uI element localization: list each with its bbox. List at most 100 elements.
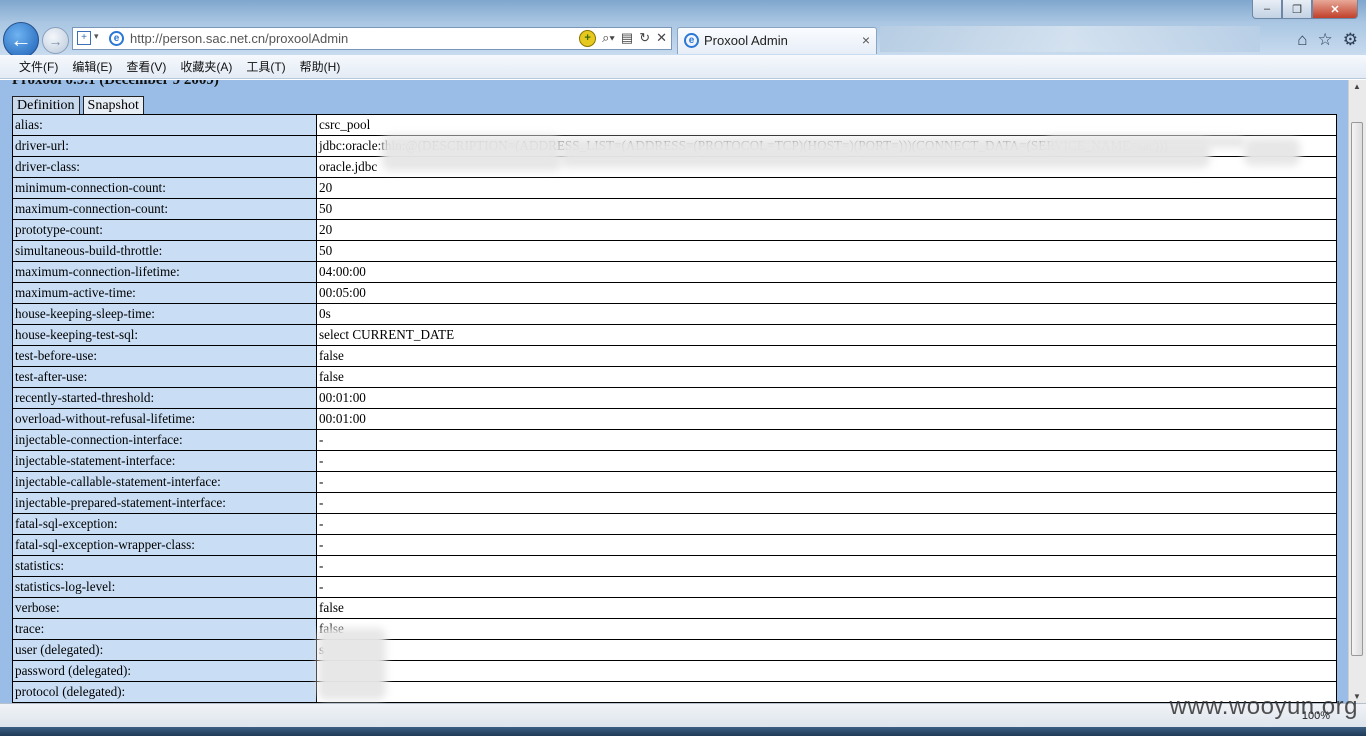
menu-view[interactable]: 查看(V): [119, 58, 173, 75]
close-tab-icon[interactable]: ×: [862, 32, 870, 48]
table-row: injectable-callable-statement-interface:…: [12, 471, 1337, 493]
menu-file[interactable]: 文件(F): [12, 58, 65, 75]
property-name: recently-started-threshold:: [12, 387, 317, 409]
watermark: www.wooyun.org: [1169, 693, 1358, 720]
tab-proxool-admin[interactable]: e Proxool Admin ×: [677, 27, 877, 54]
close-window-button[interactable]: ✕: [1312, 0, 1358, 19]
window-controls: – ❐ ✕: [1252, 0, 1358, 19]
tab-snapshot[interactable]: Snapshot: [82, 96, 144, 116]
menu-edit[interactable]: 编辑(E): [65, 58, 119, 75]
table-row: maximum-connection-count: 50: [12, 198, 1337, 220]
home-icon[interactable]: ⌂: [1297, 30, 1307, 50]
table-row: alias: csrc_pool: [12, 114, 1337, 136]
property-value: select CURRENT_DATE: [316, 324, 1337, 346]
property-name: prototype-count:: [12, 219, 317, 241]
page-options-icon[interactable]: +: [77, 31, 91, 45]
property-name: password (delegated):: [12, 660, 317, 682]
property-value: -: [316, 555, 1337, 577]
page-viewport: Proxool 0.9.1 (December 9 2009) Definiti…: [0, 80, 1366, 703]
property-name: statistics-log-level:: [12, 576, 317, 598]
settings-gear-icon[interactable]: ⚙: [1343, 30, 1358, 50]
maximize-button[interactable]: ❐: [1282, 0, 1312, 19]
compatibility-view-icon[interactable]: +: [579, 30, 597, 47]
compat-mode-icon[interactable]: ▤: [621, 30, 633, 47]
property-name: injectable-callable-statement-interface:: [12, 471, 317, 493]
property-name: injectable-prepared-statement-interface:: [12, 492, 317, 514]
address-bar[interactable]: + ▾ e http://person.sac.net.cn/proxoolAd…: [72, 27, 672, 50]
property-value: -: [316, 450, 1337, 472]
vertical-scrollbar[interactable]: ▲ ▼: [1348, 80, 1366, 703]
table-row: overload-without-refusal-lifetime: 00:01:…: [12, 408, 1337, 430]
property-value: -: [316, 429, 1337, 451]
property-value: false: [316, 366, 1337, 388]
property-value: csrc_pool: [316, 114, 1337, 136]
table-row: statistics-log-level: -: [12, 576, 1337, 598]
property-name: user (delegated):: [12, 639, 317, 661]
table-row: injectable-prepared-statement-interface:…: [12, 492, 1337, 514]
table-row: statistics: -: [12, 555, 1337, 577]
status-bar: 100%: [0, 703, 1366, 728]
property-name: injectable-connection-interface:: [12, 429, 317, 451]
property-value: 20: [316, 177, 1337, 199]
back-icon: ←: [10, 27, 32, 52]
property-value: -: [316, 576, 1337, 598]
property-name: maximum-connection-count:: [12, 198, 317, 220]
property-name: alias:: [12, 114, 317, 136]
refresh-icon[interactable]: ↻: [639, 30, 650, 47]
table-row: fatal-sql-exception: -: [12, 513, 1337, 535]
property-value: false: [316, 618, 1337, 640]
table-row: test-before-use: false: [12, 345, 1337, 367]
url-text[interactable]: http://person.sac.net.cn/proxoolAdmin: [130, 31, 348, 46]
property-name: minimum-connection-count:: [12, 177, 317, 199]
property-name: house-keeping-sleep-time:: [12, 303, 317, 325]
property-value: 0s: [316, 303, 1337, 325]
table-row: maximum-active-time: 00:05:00: [12, 282, 1337, 304]
property-value: -: [316, 534, 1337, 556]
table-row: minimum-connection-count: 20: [12, 177, 1337, 199]
back-button[interactable]: ←: [3, 22, 39, 58]
menu-favorites[interactable]: 收藏夹(A): [173, 58, 239, 75]
table-row: verbose: false: [12, 597, 1337, 619]
scroll-up-icon[interactable]: ▲: [1353, 82, 1361, 91]
table-row: test-after-use: false: [12, 366, 1337, 388]
property-value: 00:05:00: [316, 282, 1337, 304]
ie-icon: e: [109, 31, 124, 46]
proxool-tabs: Definition Snapshot: [12, 96, 144, 116]
property-value: 20: [316, 219, 1337, 241]
property-name: test-after-use:: [12, 366, 317, 388]
ie-icon: e: [684, 33, 699, 48]
property-value: 50: [316, 240, 1337, 262]
table-row: injectable-statement-interface: -: [12, 450, 1337, 472]
property-value: false: [316, 597, 1337, 619]
scrollbar-thumb[interactable]: [1351, 122, 1363, 656]
chevron-down-icon[interactable]: ▾: [94, 31, 99, 42]
search-icon[interactable]: ⌕▾: [602, 30, 615, 47]
background-tabs-strip: [880, 26, 1260, 52]
property-name: test-before-use:: [12, 345, 317, 367]
property-name: injectable-statement-interface:: [12, 450, 317, 472]
menu-bar: 文件(F) 编辑(E) 查看(V) 收藏夹(A) 工具(T) 帮助(H): [0, 55, 1366, 79]
menu-help[interactable]: 帮助(H): [293, 58, 348, 75]
property-value: -: [316, 471, 1337, 493]
redaction-blur: [1244, 138, 1300, 166]
stop-icon[interactable]: ✕: [656, 30, 667, 47]
forward-button[interactable]: →: [42, 27, 69, 54]
tab-title: Proxool Admin: [704, 33, 788, 48]
property-name: verbose:: [12, 597, 317, 619]
property-value: -: [316, 513, 1337, 535]
property-value: false: [316, 345, 1337, 367]
property-value: 00:01:00: [316, 387, 1337, 409]
minimize-button[interactable]: –: [1252, 0, 1282, 19]
address-tools: + ⌕▾ ▤ ↻ ✕: [579, 30, 667, 47]
browser-right-icons: ⌂ ☆ ⚙: [1297, 30, 1358, 50]
menu-tools[interactable]: 工具(T): [239, 58, 292, 75]
favorites-star-icon[interactable]: ☆: [1318, 30, 1333, 50]
property-value: 00:01:00: [316, 408, 1337, 430]
tab-definition[interactable]: Definition: [12, 96, 80, 116]
redaction-blur: [382, 135, 562, 171]
table-row: maximum-connection-lifetime: 04:00:00: [12, 261, 1337, 283]
property-name: overload-without-refusal-lifetime:: [12, 408, 317, 430]
property-value: -: [316, 492, 1337, 514]
property-name: driver-class:: [12, 156, 317, 178]
windows-taskbar: [0, 727, 1366, 736]
